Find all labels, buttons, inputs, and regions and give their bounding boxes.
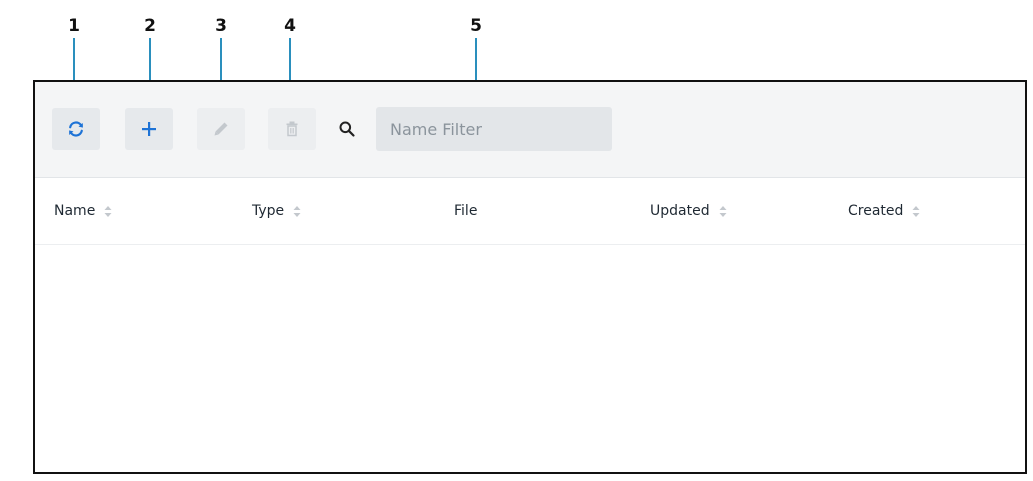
column-header-label: Created <box>848 203 904 219</box>
sort-icon <box>719 205 727 217</box>
column-header-label: File <box>454 203 478 219</box>
column-header-label: Name <box>54 203 96 219</box>
column-header-type[interactable]: Type <box>252 200 301 222</box>
callout-4: 4 <box>284 16 296 36</box>
column-header-name[interactable]: Name <box>54 200 112 222</box>
sort-icon <box>912 205 920 217</box>
column-header-label: Type <box>252 203 285 219</box>
toolbar <box>35 82 1025 178</box>
delete-button[interactable] <box>268 108 316 150</box>
edit-button[interactable] <box>197 108 245 150</box>
table-body <box>35 245 1025 472</box>
sort-icon <box>104 205 112 217</box>
callout-3: 3 <box>215 16 227 36</box>
name-filter-input[interactable] <box>376 107 612 151</box>
column-header-file: File <box>454 200 477 222</box>
callout-5: 5 <box>470 16 482 36</box>
plus-icon <box>142 122 156 136</box>
pencil-icon <box>214 122 228 136</box>
column-header-created[interactable]: Created <box>848 200 920 222</box>
refresh-button[interactable] <box>52 108 100 150</box>
column-header-label: Updated <box>650 203 710 219</box>
column-header-updated[interactable]: Updated <box>650 200 727 222</box>
add-button[interactable] <box>125 108 173 150</box>
search-icon <box>339 121 355 137</box>
table-header: Name Type File Updated Created <box>35 178 1025 245</box>
callout-2: 2 <box>144 16 156 36</box>
callout-1: 1 <box>68 16 80 36</box>
trash-icon <box>286 121 298 137</box>
refresh-icon <box>69 121 83 137</box>
sort-icon <box>293 205 301 217</box>
screenshot-frame: Name Type File Updated Created <box>33 80 1027 474</box>
